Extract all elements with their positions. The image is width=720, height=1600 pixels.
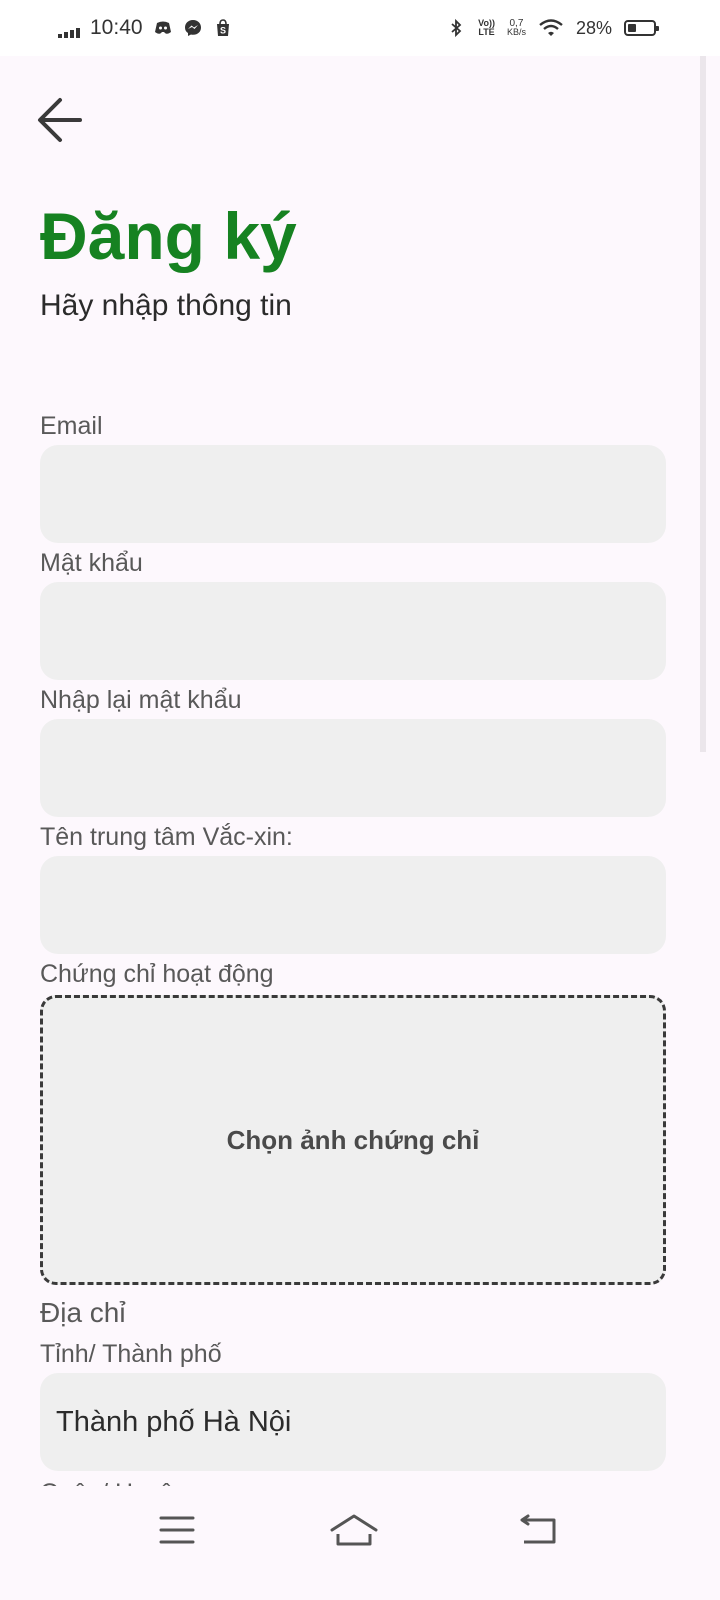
volte-icon: Vo)) LTE — [478, 18, 495, 37]
status-time: 10:40 — [90, 16, 143, 39]
email-label: Email — [40, 412, 103, 440]
bluetooth-icon — [451, 18, 462, 38]
certificate-upload-button[interactable]: Chọn ảnh chứng chỉ — [40, 995, 666, 1285]
province-select[interactable]: Thành phố Hà Nội — [40, 1373, 666, 1471]
certificate-label: Chứng chỉ hoạt động — [40, 960, 274, 988]
district-label: Quận/ Huyện — [40, 1478, 187, 1486]
status-bar: 10:40 S Vo)) LTE 0,7 KB/s 28% — [0, 0, 720, 56]
arrow-left-icon[interactable] — [36, 90, 88, 150]
net-speed: 0,7 KB/s — [506, 18, 526, 37]
messenger-icon — [184, 20, 201, 36]
password-label: Mật khẩu — [40, 549, 143, 577]
certificate-upload-label: Chọn ảnh chứng chỉ — [226, 1124, 480, 1155]
center-name-field[interactable] — [40, 856, 666, 954]
confirm-password-label: Nhập lại mật khẩu — [40, 686, 242, 714]
menu-icon[interactable] — [147, 1508, 207, 1552]
password-field[interactable] — [40, 582, 666, 680]
battery-icon — [624, 20, 659, 36]
page-title: Đăng ký — [40, 199, 297, 273]
page-subtitle: Hãy nhập thông tin — [40, 289, 292, 322]
province-label: Tỉnh/ Thành phố — [40, 1340, 222, 1368]
address-section-title: Địa chỉ — [40, 1297, 126, 1328]
signal-icon — [58, 24, 80, 38]
svg-text:S: S — [220, 26, 226, 36]
center-name-label: Tên trung tâm Vắc-xin: — [40, 823, 293, 851]
confirm-password-field[interactable] — [40, 719, 666, 817]
email-field[interactable] — [40, 445, 666, 543]
back-icon[interactable] — [508, 1508, 568, 1552]
navigation-bar — [0, 1486, 720, 1600]
wifi-icon — [539, 19, 563, 36]
battery-percent: 28% — [575, 17, 612, 38]
home-icon[interactable] — [324, 1508, 384, 1552]
scrollbar[interactable] — [700, 56, 706, 752]
discord-icon — [154, 21, 171, 34]
shopee-icon: S — [216, 19, 229, 36]
